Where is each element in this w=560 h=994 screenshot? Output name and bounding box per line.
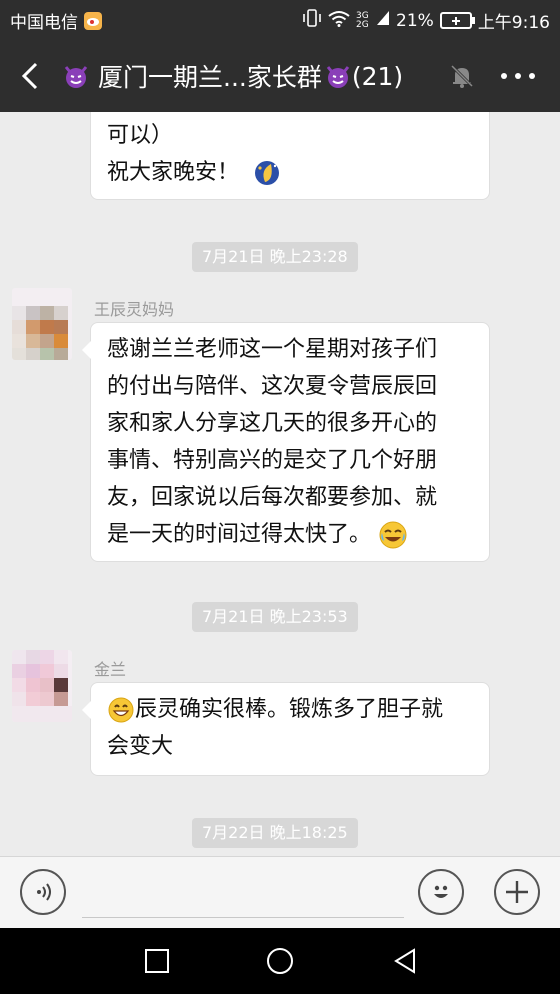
- chat-title: 厦门一期兰...家长群 (21): [62, 58, 432, 94]
- emoji-button[interactable]: [418, 869, 464, 915]
- back-nav-button[interactable]: [390, 946, 420, 976]
- chat-title-text: 厦门一期兰...家长群: [98, 63, 322, 92]
- back-button[interactable]: [14, 58, 50, 94]
- message-text-line: 辰灵确实很棒。锻炼多了胆子就: [107, 691, 473, 728]
- chevron-left-icon: [21, 62, 38, 90]
- home-button[interactable]: [265, 946, 295, 976]
- message-input[interactable]: [82, 917, 404, 918]
- chat-header: 厦门一期兰...家长群 (21): [0, 38, 560, 112]
- timestamp-badge: 7月22日 晚上18:25: [192, 818, 358, 848]
- add-button[interactable]: [494, 869, 540, 915]
- message-text-line: 感谢兰兰老师这一个星期对孩子们: [107, 337, 438, 362]
- more-button[interactable]: [496, 62, 540, 90]
- message-bubble[interactable]: 感谢兰兰老师这一个星期对孩子们 的付出与陪伴、这次夏令营辰辰回 家和家人分享这几…: [82, 322, 490, 562]
- battery-icon: [439, 12, 475, 29]
- message-text-line: 是一天的时间过得太快了。: [107, 516, 473, 553]
- system-nav-bar: [0, 928, 560, 994]
- message-text-line: 家和家人分享这几天的很多开心的: [107, 411, 438, 436]
- sleeping-moon-emoji-icon: [255, 161, 280, 185]
- message-bubble[interactable]: 可以） 祝大家晚安！: [90, 112, 490, 200]
- mute-bell-icon: [450, 64, 474, 88]
- timestamp-badge: 7月21日 晚上23:53: [192, 602, 358, 632]
- smiley-icon: [434, 885, 448, 898]
- signal-icon: [376, 10, 390, 31]
- message-text-line: 友，回家说以后每次都要参加、就: [107, 485, 438, 510]
- carrier-label: 中国电信: [10, 13, 78, 33]
- triangle-back-icon: [394, 948, 415, 974]
- message-bubble[interactable]: 辰灵确实很棒。锻炼多了胆子就 会变大: [82, 682, 490, 776]
- status-bar: 中国电信 3G 2G 21% 上午9:16: [0, 0, 560, 38]
- wifi-icon: [328, 10, 350, 32]
- chat-area[interactable]: 可以） 祝大家晚安！ 7月21日 晚上23:28 王辰灵妈妈 感谢兰兰老师这一个…: [0, 112, 560, 856]
- message-text-line: 祝大家晚安！: [107, 154, 473, 191]
- message-text-line: 的付出与陪伴、这次夏令营辰辰回: [107, 374, 438, 399]
- battery-percent: 21%: [396, 10, 434, 31]
- recents-button[interactable]: [142, 946, 172, 976]
- grinning-emoji-icon: [108, 697, 134, 723]
- more-dots-icon: [501, 73, 535, 79]
- circle-icon: [267, 948, 293, 974]
- vibrate-icon: [302, 9, 322, 32]
- square-icon: [145, 949, 169, 973]
- member-count: (21): [351, 61, 404, 91]
- devil-emoji-icon: [64, 66, 88, 88]
- message-text-line: 可以）: [107, 123, 174, 148]
- voice-button[interactable]: [20, 869, 66, 915]
- sender-name: 王辰灵妈妈: [94, 300, 175, 319]
- weibo-icon: [84, 11, 102, 30]
- avatar[interactable]: [12, 288, 72, 360]
- timestamp-badge: 7月21日 晚上23:28: [192, 242, 358, 272]
- input-bar: [0, 856, 560, 929]
- voice-icon: [37, 883, 51, 901]
- plus-icon: [506, 881, 528, 903]
- network-label: 3G 2G: [356, 10, 369, 30]
- devil-emoji-icon: [326, 66, 350, 88]
- mute-button[interactable]: [448, 62, 476, 90]
- crying-laughing-emoji-icon: [379, 521, 407, 549]
- clock-label: 上午9:16: [477, 13, 550, 33]
- sender-name: 金兰: [94, 660, 127, 679]
- message-text-line: 事情、特别高兴的是交了几个好朋: [107, 448, 438, 473]
- avatar[interactable]: [12, 650, 72, 722]
- message-text-line: 会变大: [107, 734, 174, 759]
